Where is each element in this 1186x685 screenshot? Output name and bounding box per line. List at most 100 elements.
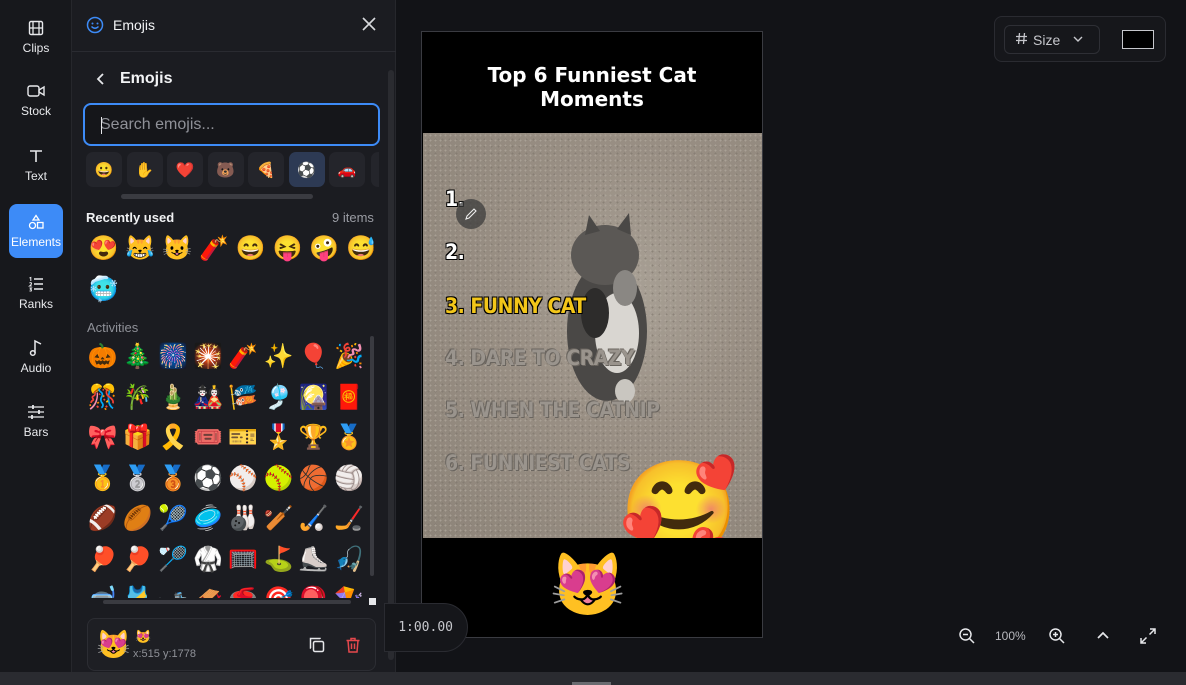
- emoji-button[interactable]: 🎁: [120, 420, 155, 455]
- zoom-out-icon[interactable]: [958, 627, 976, 645]
- emoji-button[interactable]: 🎿: [155, 582, 190, 598]
- video-clip[interactable]: 1. 2. 3. FUNNY CAT 4. DARE TO CRAZY 5. W…: [423, 133, 762, 539]
- nav-item-text[interactable]: Text: [9, 138, 63, 192]
- emoji-button[interactable]: 😹: [123, 231, 158, 266]
- emoji-button[interactable]: 🥶: [86, 272, 121, 307]
- emoji-button[interactable]: 🎃: [86, 340, 120, 374]
- nav-item-elements[interactable]: Elements: [9, 204, 63, 258]
- emoji-button[interactable]: ⚾: [226, 461, 261, 496]
- emoji-button[interactable]: 🥋: [191, 542, 226, 577]
- emoji-button[interactable]: 🥏: [191, 501, 226, 536]
- panel-scrollbar[interactable]: [388, 70, 394, 660]
- rank-line-4[interactable]: 4. DARE TO CRAZY: [445, 346, 635, 370]
- zoom-in-icon[interactable]: [1048, 627, 1066, 645]
- emoji-button[interactable]: 🎽: [120, 582, 155, 598]
- emoji-button[interactable]: 🏸: [155, 542, 190, 577]
- nav-item-clips[interactable]: Clips: [9, 10, 63, 64]
- category-tab[interactable]: 🚗: [329, 152, 365, 187]
- emoji-button[interactable]: 🎫: [226, 420, 261, 455]
- fullscreen-icon[interactable]: [1139, 627, 1157, 645]
- emoji-button[interactable]: 🎊: [86, 380, 120, 415]
- emoji-button[interactable]: 🎈: [296, 340, 331, 374]
- rank-line-2[interactable]: 2.: [445, 240, 465, 264]
- emoji-button[interactable]: 🎎: [191, 380, 226, 415]
- video-preview-canvas[interactable]: Top 6 Funniest Cat Moments 1. 2. 3. FUNN…: [421, 31, 763, 638]
- edit-pencil-icon[interactable]: [456, 199, 486, 229]
- emoji-button[interactable]: 🧨: [226, 340, 261, 374]
- emoji-button[interactable]: ⚽: [191, 461, 226, 496]
- emoji-button[interactable]: 🏉: [120, 501, 155, 536]
- emoji-button[interactable]: 🧧: [331, 380, 366, 415]
- emoji-button[interactable]: 🎇: [191, 340, 226, 374]
- rank-line-6[interactable]: 6. FUNNIEST CATS: [445, 451, 631, 475]
- chevron-left-icon[interactable]: [94, 72, 108, 86]
- emoji-button[interactable]: 🤪: [307, 231, 342, 266]
- emoji-button[interactable]: 🪀: [296, 582, 331, 598]
- emoji-button[interactable]: 🏆: [296, 420, 331, 455]
- emoji-button[interactable]: 🎄: [120, 340, 155, 374]
- emoji-button[interactable]: 🥉: [155, 461, 190, 496]
- category-tab[interactable]: ❤️: [167, 152, 203, 187]
- emoji-button[interactable]: 🎋: [120, 380, 155, 415]
- category-tab[interactable]: [371, 152, 379, 187]
- emoji-button[interactable]: 🛷: [191, 582, 226, 598]
- emoji-button[interactable]: 🥌: [226, 582, 261, 598]
- close-icon[interactable]: [361, 16, 377, 32]
- size-dropdown[interactable]: Size: [1004, 25, 1100, 54]
- emoji-button[interactable]: 🎏: [226, 380, 261, 415]
- chevron-up-icon[interactable]: [1094, 627, 1112, 645]
- emoji-button[interactable]: 🏑: [296, 501, 331, 536]
- video-title[interactable]: Top 6 Funniest Cat Moments: [422, 63, 762, 111]
- emoji-button[interactable]: 🥈: [120, 461, 155, 496]
- emoji-button[interactable]: 🤿: [86, 582, 120, 598]
- nav-item-ranks[interactable]: Ranks: [9, 266, 63, 320]
- category-tab[interactable]: 🍕: [248, 152, 284, 187]
- emoji-button[interactable]: 🎆: [155, 340, 190, 374]
- emoji-button[interactable]: 🏅: [331, 420, 366, 455]
- category-scrollbar[interactable]: [121, 194, 313, 199]
- emoji-button[interactable]: 🥅: [226, 542, 261, 577]
- emoji-button[interactable]: ⛸️: [296, 542, 331, 577]
- nav-item-bars[interactable]: Bars: [9, 394, 63, 448]
- emoji-button[interactable]: 🥇: [86, 461, 120, 496]
- category-tab[interactable]: 🐻: [207, 152, 244, 187]
- grid-vertical-scrollbar[interactable]: [370, 336, 374, 576]
- search-input[interactable]: [85, 105, 378, 144]
- emoji-button[interactable]: 😝: [270, 231, 305, 266]
- trash-icon[interactable]: [344, 636, 362, 654]
- rank-line-3[interactable]: 3. FUNNY CAT: [445, 294, 586, 318]
- nav-item-stock[interactable]: Stock: [9, 73, 63, 127]
- emoji-button[interactable]: 🏀: [296, 461, 331, 496]
- emoji-button[interactable]: 🎑: [296, 380, 331, 415]
- category-tab[interactable]: ✋: [126, 152, 163, 187]
- category-tab[interactable]: 😀: [86, 152, 122, 187]
- emoji-button[interactable]: 🎍: [155, 380, 190, 415]
- sticker-smiling-hearts[interactable]: 🥰: [619, 463, 739, 539]
- background-color-swatch[interactable]: [1122, 30, 1154, 49]
- emoji-button[interactable]: 🏏: [261, 501, 296, 536]
- emoji-button[interactable]: 🏓: [120, 542, 155, 577]
- emoji-button[interactable]: 😍: [86, 231, 121, 266]
- emoji-button[interactable]: 🎾: [155, 501, 190, 536]
- emoji-button[interactable]: 🎀: [86, 420, 120, 455]
- emoji-button[interactable]: 🎗️: [155, 420, 190, 455]
- rank-line-5[interactable]: 5. WHEN THE CATNIP: [445, 398, 660, 422]
- emoji-button[interactable]: 🎣: [331, 542, 366, 577]
- emoji-button[interactable]: 🎟️: [191, 420, 226, 455]
- emoji-button[interactable]: 😅: [344, 231, 379, 266]
- category-tab[interactable]: ⚽: [288, 152, 325, 187]
- emoji-button[interactable]: 🎐: [261, 380, 296, 415]
- emoji-button[interactable]: 🏒: [331, 501, 366, 536]
- duplicate-icon[interactable]: [308, 636, 326, 654]
- emoji-button[interactable]: 🥎: [261, 461, 296, 496]
- emoji-button[interactable]: 😄: [233, 231, 268, 266]
- sticker-heart-eyes-cat[interactable]: 😻: [549, 555, 626, 617]
- emoji-button[interactable]: 🏓: [86, 542, 120, 577]
- emoji-button[interactable]: 🪁: [331, 582, 366, 598]
- emoji-button[interactable]: 🎖️: [261, 420, 296, 455]
- emoji-button[interactable]: 🧨: [196, 231, 231, 266]
- emoji-button[interactable]: 😺: [160, 231, 195, 266]
- emoji-button[interactable]: 🎉: [331, 340, 366, 374]
- emoji-button[interactable]: ✨: [261, 340, 296, 374]
- emoji-button[interactable]: 🎳: [226, 501, 261, 536]
